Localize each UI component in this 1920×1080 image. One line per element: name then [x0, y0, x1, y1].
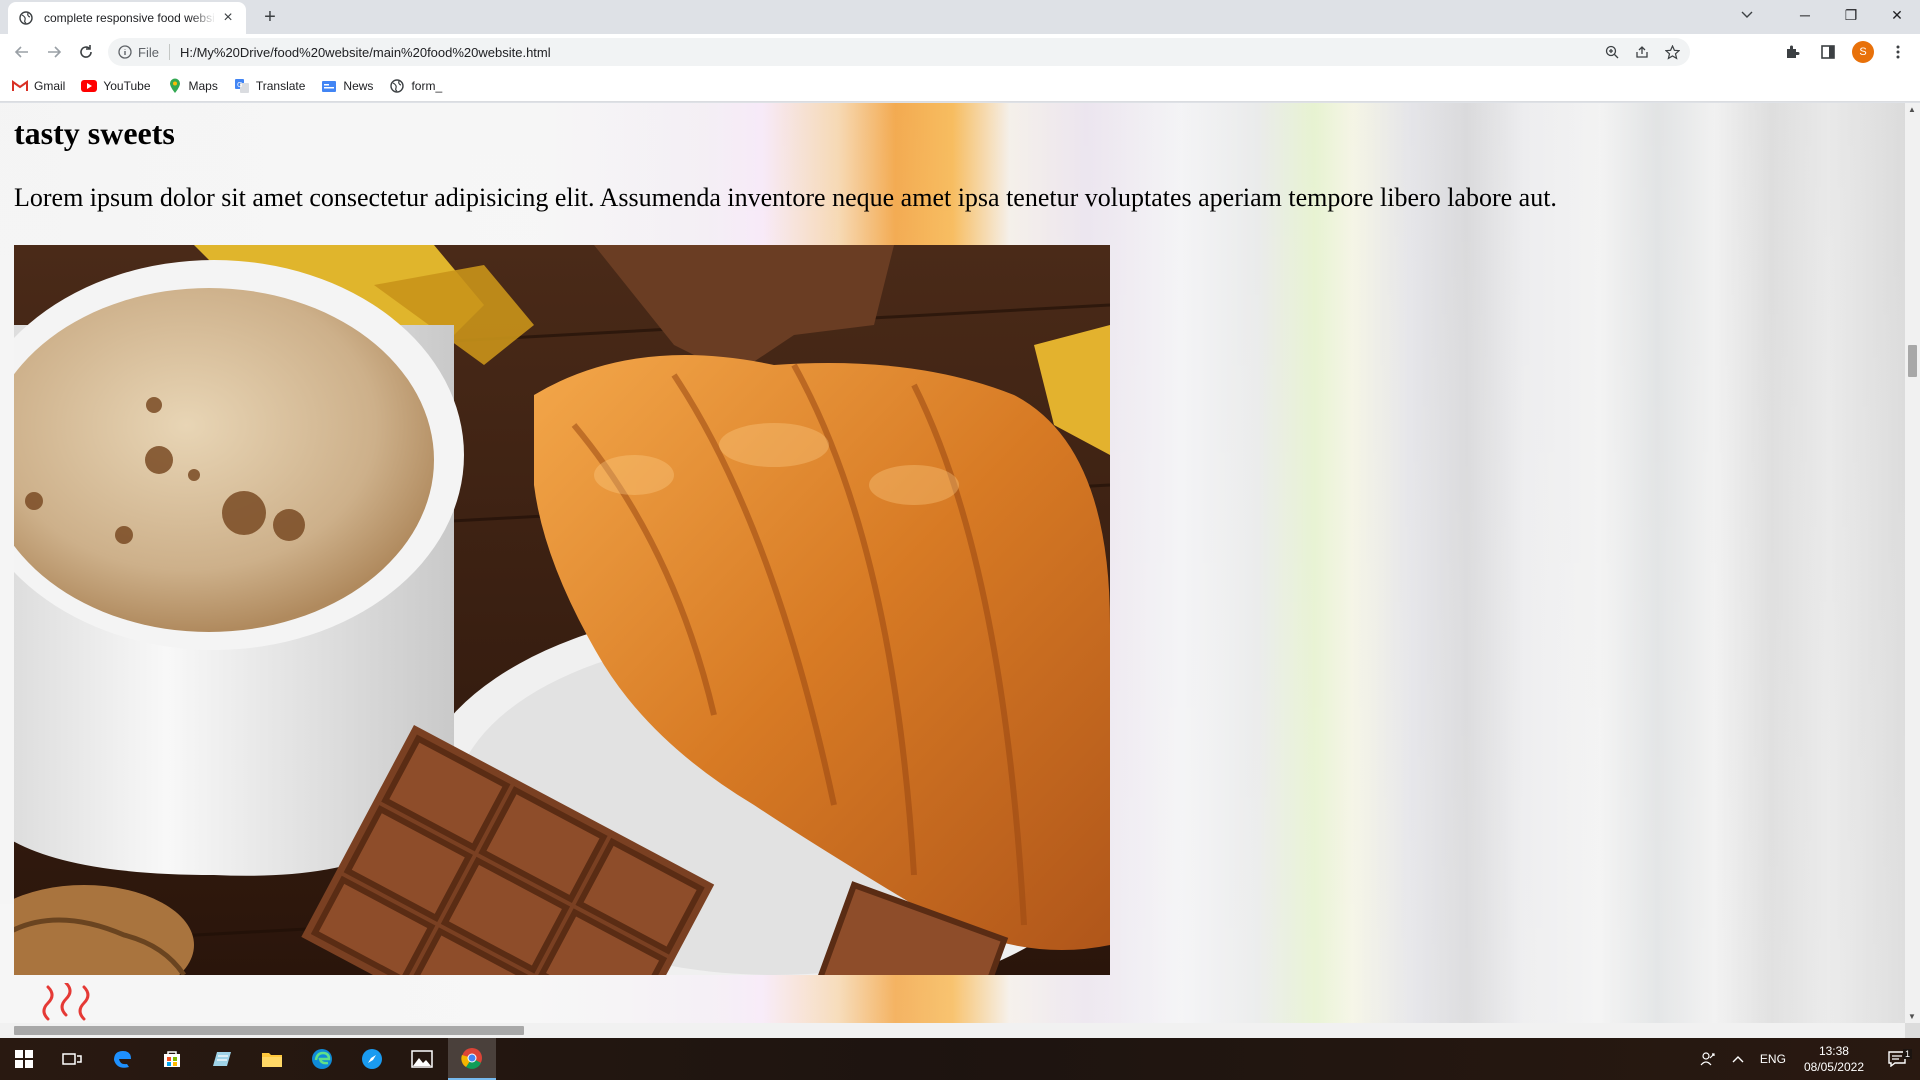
tab-close-icon[interactable]: ×: [220, 10, 236, 26]
language-indicator[interactable]: ENG: [1752, 1052, 1794, 1066]
side-panel-icon[interactable]: [1816, 40, 1840, 64]
store-icon[interactable]: [148, 1038, 196, 1080]
menu-kebab-icon[interactable]: [1886, 40, 1910, 64]
edge-icon[interactable]: [298, 1038, 346, 1080]
share-icon[interactable]: [1632, 42, 1652, 62]
info-icon: [118, 45, 132, 59]
bookmark-label: News: [343, 78, 374, 93]
restore-button[interactable]: ❐: [1828, 0, 1874, 30]
scheme-label: File: [138, 44, 159, 60]
bookmarks-bar: Gmail YouTube Maps G Translate News form…: [0, 70, 1920, 102]
scrollbar-corner: [1905, 1023, 1920, 1038]
page-viewport: tasty sweets Lorem ipsum dolor sit amet …: [0, 103, 1905, 1023]
url-text: H:/My%20Drive/food%20website/main%20food…: [179, 44, 551, 60]
bookmark-label: Gmail: [34, 78, 66, 93]
minimize-button[interactable]: ─: [1782, 0, 1828, 30]
address-bar-actions: [1602, 42, 1682, 62]
bookmark-label: Translate: [255, 78, 306, 93]
system-clock[interactable]: 13:38 08/05/2022: [1794, 1043, 1874, 1075]
notification-count: 1: [1902, 1049, 1912, 1059]
bookmark-form[interactable]: form_: [389, 74, 442, 98]
gmail-icon: [12, 78, 28, 94]
page-paragraph: Lorem ipsum dolor sit amet consectetur a…: [14, 183, 1557, 212]
windows-start-icon[interactable]: [0, 1038, 48, 1080]
scroll-up-icon[interactable]: ▲: [1908, 105, 1916, 114]
bookmark-label: form_: [411, 78, 443, 93]
window-controls: ─ ❐ ✕: [1782, 0, 1920, 30]
translate-icon: G: [234, 78, 250, 94]
chrome-icon[interactable]: [448, 1038, 496, 1080]
back-icon[interactable]: [10, 40, 34, 64]
bookmark-label: Maps: [188, 78, 218, 93]
reload-icon[interactable]: [74, 40, 98, 64]
extensions-icon[interactable]: [1780, 40, 1804, 64]
profile-avatar[interactable]: S: [1852, 41, 1874, 63]
tab-strip: complete responsive food websi × + ─ ❐ ✕: [0, 0, 1920, 34]
safari-compass-icon[interactable]: [348, 1038, 396, 1080]
page-heading: tasty sweets: [14, 115, 175, 151]
vertical-scroll-thumb[interactable]: [1908, 345, 1917, 377]
notification-center-icon[interactable]: 1: [1874, 1049, 1920, 1067]
bookmark-news[interactable]: News: [321, 74, 373, 98]
site-info[interactable]: File: [118, 45, 159, 60]
coffee-croissant-illustration: [14, 245, 1110, 975]
bookmark-gmail[interactable]: Gmail: [12, 74, 65, 98]
task-view-icon[interactable]: [48, 1038, 96, 1080]
maps-icon: [167, 78, 183, 94]
windows-taskbar: ENG 13:38 08/05/2022 1: [0, 1038, 1920, 1080]
browser-toolbar: File H:/My%20Drive/food%20website/main%2…: [0, 34, 1920, 70]
toolbar-actions: S: [1780, 40, 1910, 64]
bookmark-maps[interactable]: Maps: [167, 74, 218, 98]
globe-icon: [389, 78, 405, 94]
zoom-icon[interactable]: [1602, 42, 1622, 62]
youtube-icon: [81, 78, 98, 94]
bookmark-translate[interactable]: G Translate: [234, 74, 306, 98]
steam-icon: [36, 981, 96, 1023]
forward-icon[interactable]: [42, 40, 66, 64]
hero-image: [14, 245, 1110, 975]
photos-icon[interactable]: [398, 1038, 446, 1080]
system-tray: ENG 13:38 08/05/2022 1: [1692, 1038, 1920, 1080]
edge-legacy-icon[interactable]: [98, 1038, 146, 1080]
scroll-down-icon[interactable]: ▼: [1908, 1012, 1916, 1021]
clock-time: 13:38: [1818, 1044, 1849, 1058]
address-divider: [168, 44, 170, 60]
browser-tab-active[interactable]: complete responsive food websi ×: [8, 2, 246, 34]
people-icon[interactable]: [1692, 1051, 1724, 1067]
bookmark-youtube[interactable]: YouTube: [81, 74, 151, 98]
tab-search-icon[interactable]: [1724, 0, 1770, 30]
new-tab-button[interactable]: +: [258, 6, 282, 30]
address-bar[interactable]: File H:/My%20Drive/food%20website/main%2…: [108, 38, 1690, 66]
horizontal-scrollbar[interactable]: [0, 1023, 1905, 1038]
horizontal-scroll-thumb[interactable]: [14, 1026, 524, 1035]
news-icon: [321, 78, 337, 94]
vertical-scrollbar[interactable]: ▲ ▼: [1905, 103, 1920, 1023]
file-explorer-icon[interactable]: [248, 1038, 296, 1080]
svg-text:G: G: [237, 81, 242, 89]
notes-app-icon[interactable]: [198, 1038, 246, 1080]
tab-title: complete responsive food websi: [44, 11, 215, 25]
close-window-button[interactable]: ✕: [1874, 0, 1920, 30]
chevron-up-icon[interactable]: [1724, 1055, 1752, 1063]
bookmark-label: YouTube: [103, 78, 151, 93]
clock-date: 08/05/2022: [1803, 1060, 1864, 1074]
globe-icon: [18, 10, 34, 26]
bookmark-star-icon[interactable]: [1662, 42, 1682, 62]
